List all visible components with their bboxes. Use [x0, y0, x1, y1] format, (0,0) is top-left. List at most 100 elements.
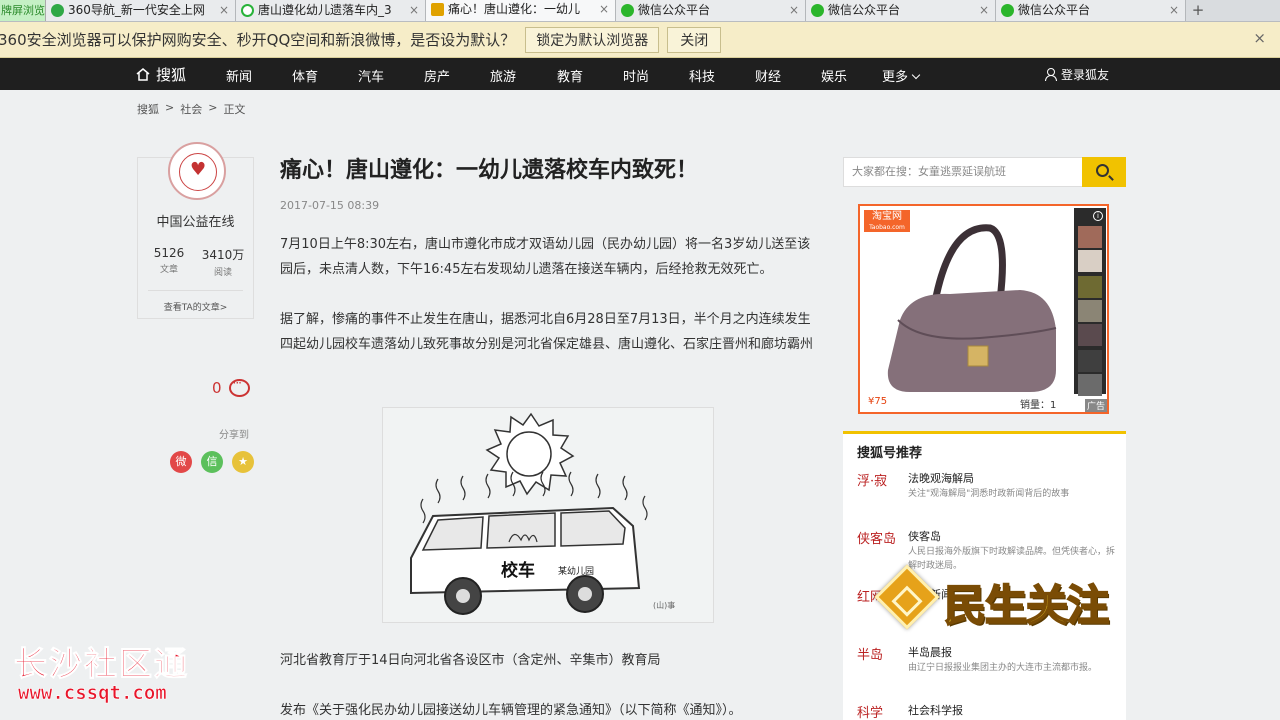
close-icon[interactable]: ×	[789, 0, 799, 21]
tab-wechat-1[interactable]: 微信公众平台 ×	[616, 0, 806, 21]
breadcrumb-separator: >	[165, 101, 175, 114]
articles-label: 文章	[159, 265, 178, 275]
rec-desc: 人民日报海外版旗下时政解读品牌。但凭侠者心，拆解时政迷局。	[908, 547, 1116, 571]
comment-icon	[228, 376, 250, 397]
thumbnail[interactable]	[1078, 324, 1102, 346]
wechat-icon	[621, 4, 634, 17]
nav-tech[interactable]: 科技	[689, 66, 715, 85]
ad-price: ¥75	[868, 396, 888, 407]
wechat-share-icon[interactable]: 信	[201, 451, 223, 473]
search-button[interactable]	[1082, 157, 1126, 187]
nav-finance[interactable]: 财经	[755, 66, 781, 85]
rec-logo: 浮·寂	[857, 474, 888, 489]
breadcrumb: 搜狐 > 社会 > 正文	[137, 101, 245, 117]
articles-stat: 5126 文章	[144, 246, 194, 275]
rec-name: 法晚观海解局	[908, 472, 974, 485]
avatar[interactable]: ♥	[168, 142, 226, 200]
wechat-icon	[811, 4, 824, 17]
tab-article-active[interactable]: 痛心！唐山遵化：一幼儿 ×	[426, 0, 616, 21]
comment-count: 0	[212, 379, 222, 397]
nav-sports[interactable]: 体育	[292, 66, 318, 85]
article-illustration: 校车 某幼儿园 (山)事	[382, 407, 714, 623]
nav-entertainment[interactable]: 娱乐	[821, 66, 847, 85]
close-icon[interactable]: ×	[219, 0, 229, 21]
set-default-button[interactable]: 锁定为默认浏览器	[525, 26, 660, 53]
diamond-icon	[874, 564, 940, 630]
rec-logo: 半岛	[857, 648, 884, 663]
info-icon[interactable]: i	[1093, 211, 1103, 221]
tab-partial[interactable]: 牌屏浏览	[0, 0, 46, 21]
charity-logo-icon: ♥	[190, 159, 207, 180]
rec-desc: 关注"观海解局"洞悉时政新闻背后的故事	[908, 489, 1070, 499]
tab-wechat-3[interactable]: 微信公众平台 ×	[996, 0, 1186, 21]
weibo-share-icon[interactable]: 微	[170, 451, 192, 473]
article-paragraph-4: 发布《关于强化民办幼儿园接送幼儿车辆管理的紧急通知》（以下简称《通知》）。	[280, 703, 742, 718]
bus-sub-label: 某幼儿园	[558, 565, 594, 577]
tab-360-nav[interactable]: 360导航_新一代安全上网 ×	[46, 0, 236, 21]
close-icon[interactable]: ×	[1169, 0, 1179, 21]
nav-more[interactable]: 更多	[882, 66, 919, 85]
ad-tag: 广告	[1085, 399, 1107, 412]
author-articles-link[interactable]: 查看TA的文章>	[138, 300, 253, 313]
thumbnail[interactable]	[1078, 226, 1102, 248]
infobar-message: 360安全浏览器可以保护网购安全、秒开QQ空间和新浪微博，是否设为默认？	[0, 31, 516, 49]
new-tab-button[interactable]: +	[1186, 0, 1210, 21]
tab-wechat-2[interactable]: 微信公众平台 ×	[806, 0, 996, 21]
close-icon[interactable]: ×	[409, 0, 419, 21]
close-icon[interactable]: ×	[1253, 29, 1266, 47]
globe-icon	[51, 4, 64, 17]
breadcrumb-society[interactable]: 社会	[180, 101, 202, 117]
search-icon	[1096, 164, 1109, 177]
nav-auto[interactable]: 汽车	[358, 66, 384, 85]
article-date: 2017-07-15 08:39	[280, 199, 380, 212]
nav-education[interactable]: 教育	[557, 66, 583, 85]
rec-name: 侠客岛	[908, 530, 941, 543]
articles-count: 5126	[153, 246, 185, 260]
login-label: 登录狐友	[1061, 68, 1110, 82]
search-input[interactable]: 大家都在搜：女童逃票延误航班	[843, 157, 1083, 187]
rec-logo: 科学	[857, 706, 884, 720]
site-nav: 搜狐 新闻 体育 汽车 房产 旅游 教育 时尚 科技 财经 娱乐 更多 登录狐友	[0, 58, 1280, 90]
tab-partial-label: 牌屏浏览	[1, 4, 45, 17]
wechat-icon	[1001, 4, 1014, 17]
nav-news[interactable]: 新闻	[226, 66, 252, 85]
author-name[interactable]: 中国公益在线	[138, 211, 253, 230]
thumbnail[interactable]	[1078, 374, 1102, 396]
tab-tangshan[interactable]: 唐山遵化幼儿遗落车内_3 ×	[236, 0, 426, 21]
ad-sales: 销量：1	[1020, 400, 1057, 411]
taobao-ad[interactable]: 淘宝网 Taobao.com i ¥75 销量：1 广告	[858, 204, 1109, 414]
share-label: 分享到	[219, 430, 249, 441]
nav-fashion[interactable]: 时尚	[623, 66, 649, 85]
thumbnail[interactable]	[1078, 300, 1102, 322]
infobar-close-button[interactable]: 关闭	[667, 26, 722, 53]
rec-name: 社会科学报	[908, 704, 963, 717]
article-paragraph-3: 河北省教育厅于14日向河北省各设区市（含定州、辛集市）教育局	[280, 653, 661, 668]
close-icon[interactable]: ×	[979, 0, 989, 21]
divider	[148, 290, 243, 291]
comments-widget[interactable]: 0	[212, 376, 250, 397]
recommendations-title: 搜狐号推荐	[857, 446, 923, 461]
minsheng-logo-overlay: 民生关注	[854, 564, 1144, 640]
school-bus-cartoon: 校车 某幼儿园 (山)事	[410, 412, 675, 615]
thumbnail[interactable]	[1078, 350, 1102, 372]
nav-travel[interactable]: 旅游	[490, 66, 516, 85]
favorite-icon[interactable]: ★	[232, 451, 254, 473]
article-title: 痛心！唐山遵化：一幼儿遗落校车内致死！	[280, 158, 699, 183]
nav-house[interactable]: 房产	[424, 66, 450, 85]
breadcrumb-home[interactable]: 搜狐	[137, 101, 159, 117]
watermark-url: www.cssqt.com	[18, 682, 167, 705]
login-link[interactable]: 登录狐友	[1044, 66, 1109, 83]
rec-desc: 由辽宁日报报业集团主办的大连市主流都市报。	[908, 663, 1098, 673]
screen: { "browser": { "first_tab": "牌屏浏览", "tab…	[0, 0, 1280, 720]
channel-watermark: 长沙社区通 www.cssqt.com	[14, 644, 189, 705]
thumbnail[interactable]	[1078, 250, 1102, 272]
breadcrumb-separator: >	[208, 101, 218, 114]
sohu-logo[interactable]: 搜狐	[136, 64, 186, 85]
rec-name: 半岛晨报	[908, 646, 952, 659]
close-icon[interactable]: ×	[599, 0, 609, 20]
article-paragraph-1: 7月10日上午8:30左右，唐山市遵化市成才双语幼儿园（民办幼儿园）将一名3岁幼…	[280, 237, 811, 277]
author-card: ♥ 中国公益在线 5126 文章 3410万 阅读 查看TA的文章>	[137, 142, 254, 319]
home-icon	[136, 68, 150, 81]
watermark-title: 长沙社区通	[14, 644, 189, 683]
thumbnail[interactable]	[1078, 276, 1102, 298]
